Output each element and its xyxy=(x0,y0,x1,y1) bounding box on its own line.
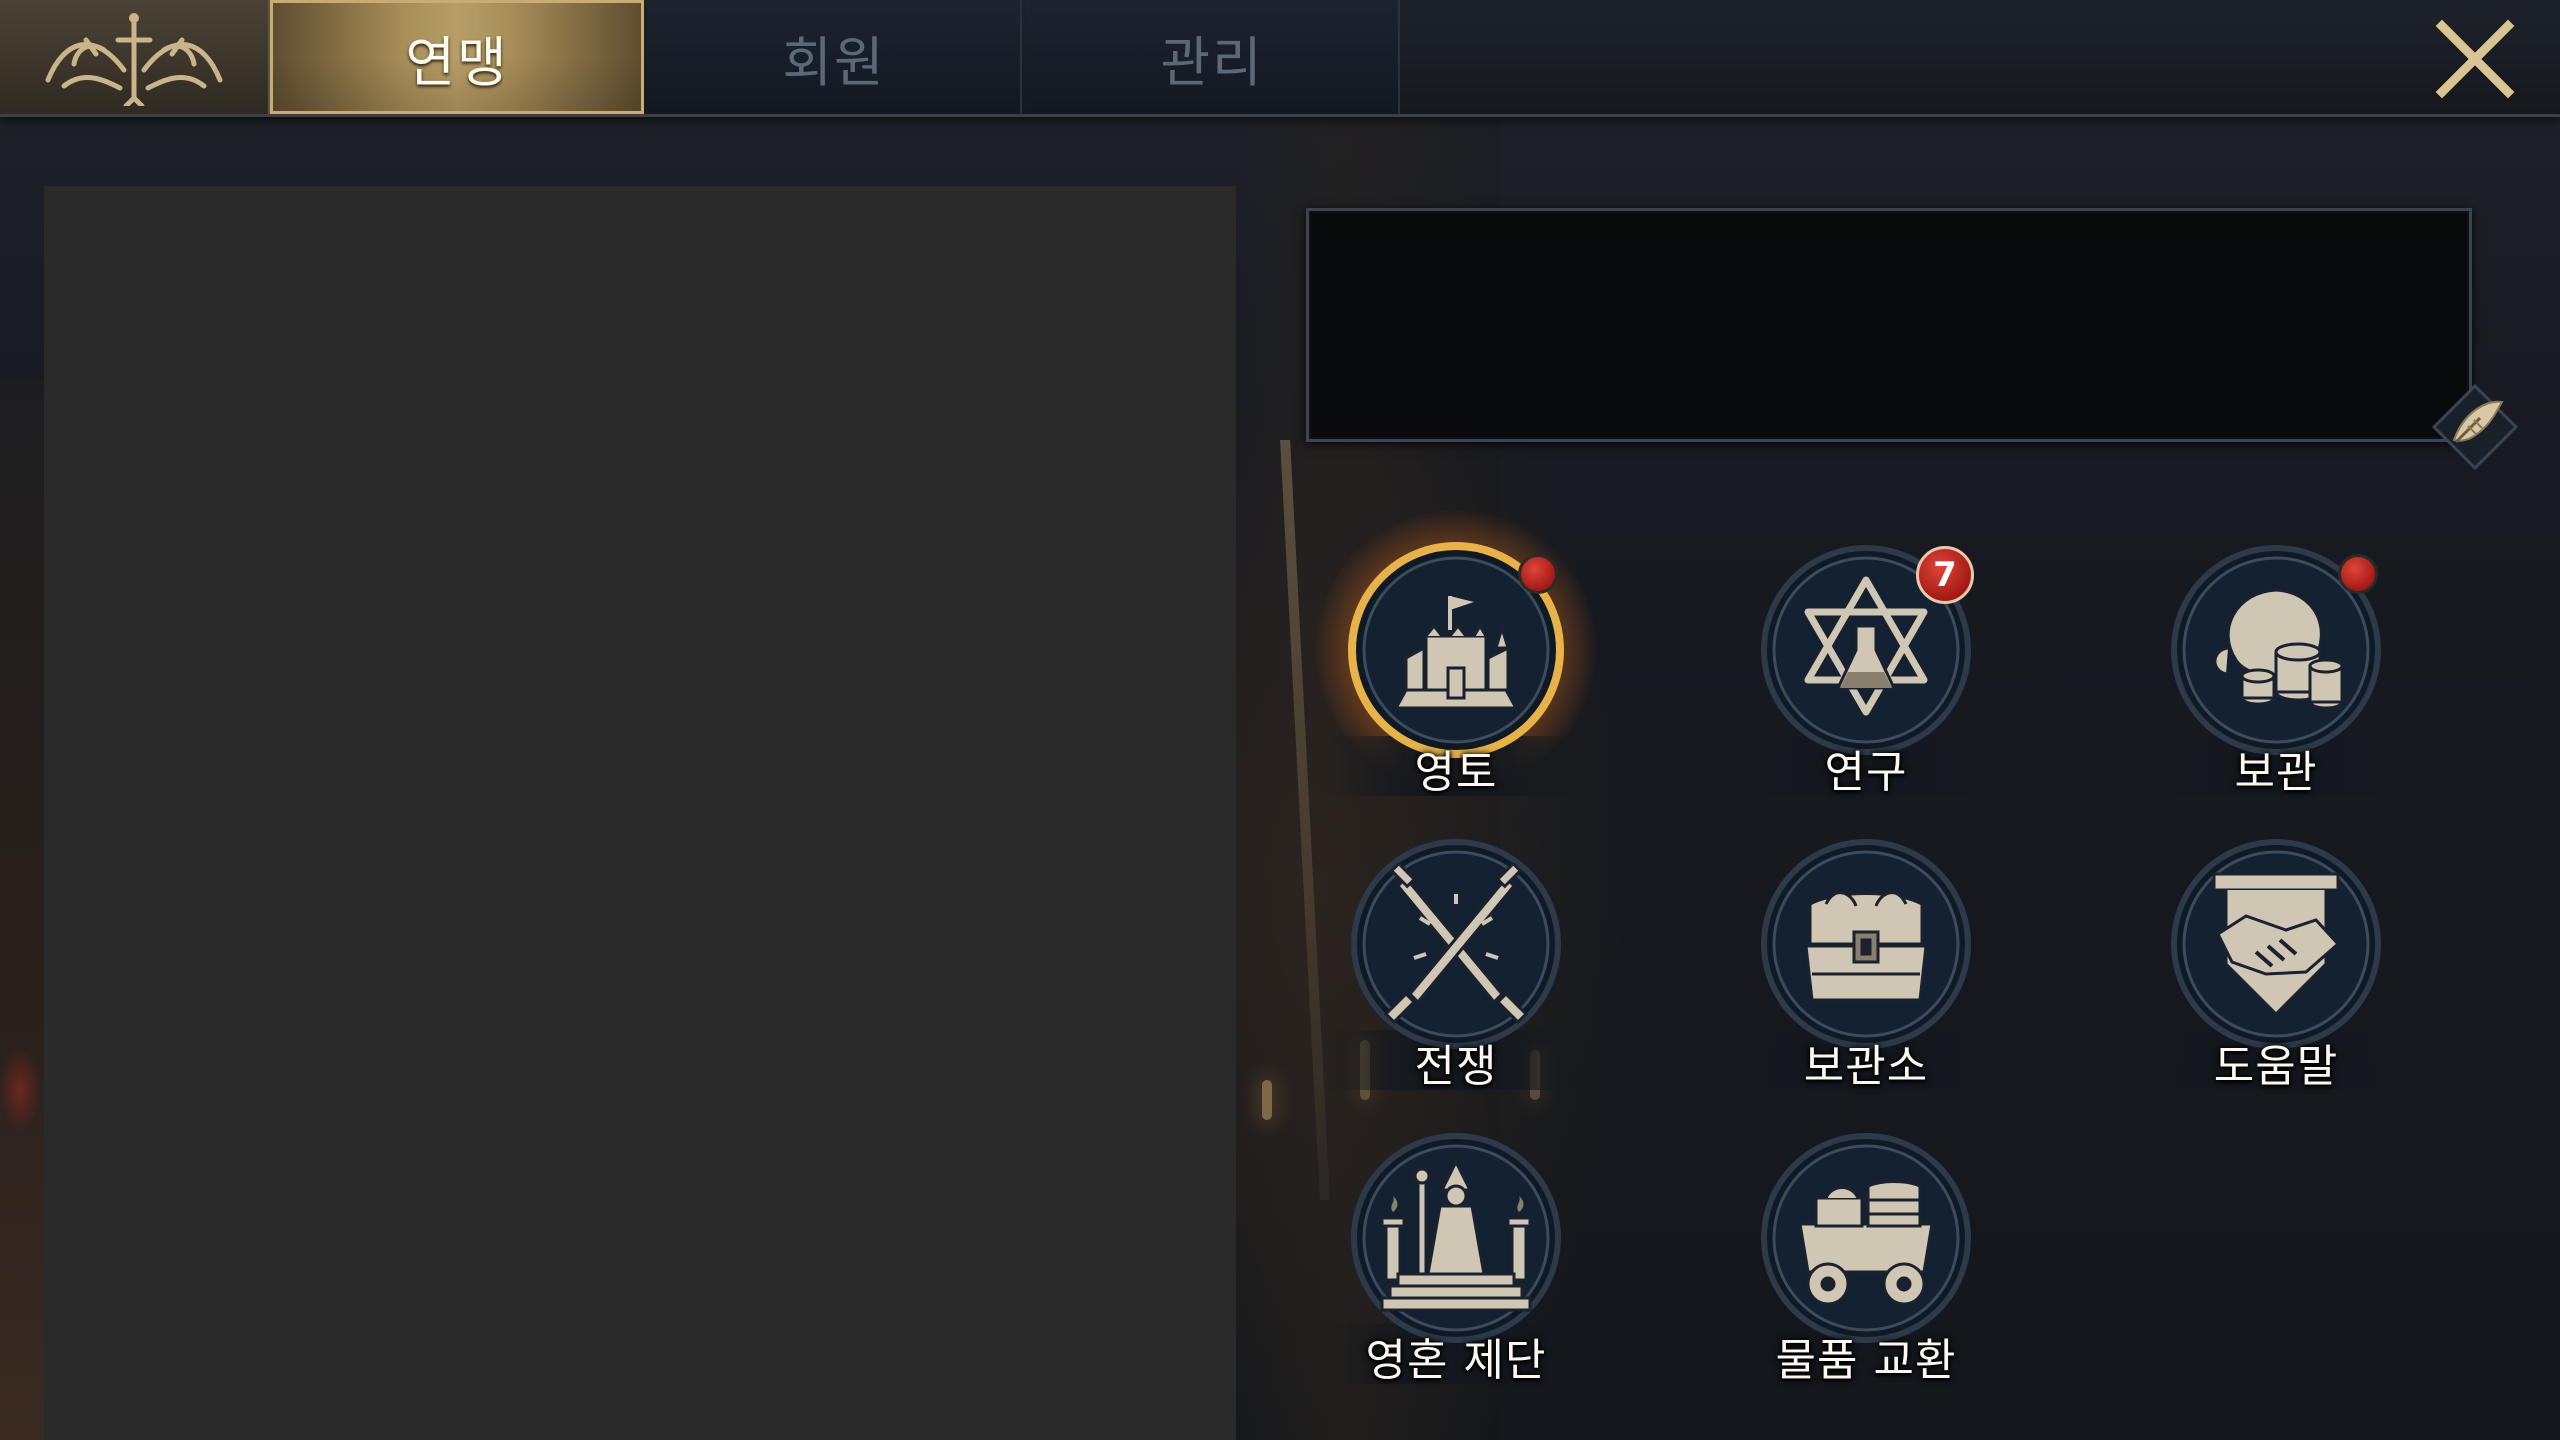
cargo-cart-icon xyxy=(1761,1133,1971,1343)
alliance-notice-box xyxy=(1306,208,2472,442)
top-bar: 연맹 회원 관리 xyxy=(0,0,2560,117)
menu-storage[interactable]: 보관 xyxy=(2126,540,2426,820)
treasure-chest-icon xyxy=(1761,839,1971,1049)
notification-dot xyxy=(1518,554,1558,594)
close-button[interactable] xyxy=(2430,14,2520,104)
menu-warehouse[interactable]: 보관소 xyxy=(1716,834,2016,1114)
handshake-icon xyxy=(2171,839,2381,1049)
tab-management[interactable]: 관리 xyxy=(1026,0,1400,114)
crossed-swords-icon xyxy=(1351,839,1561,1049)
menu-label: 연구 xyxy=(1824,747,1908,798)
tab-alliance[interactable]: 연맹 xyxy=(270,0,644,114)
menu-label: 물품 교환 xyxy=(1775,1335,1957,1386)
menu-war[interactable]: 전쟁 xyxy=(1306,834,1606,1114)
close-icon xyxy=(2435,19,2515,99)
alliance-info-panel xyxy=(44,186,1236,1440)
alliance-emblem xyxy=(0,0,270,114)
menu-label: 영혼 제단 xyxy=(1365,1335,1547,1386)
notification-dot xyxy=(2338,554,2378,594)
menu-label: 영토 xyxy=(1414,747,1498,798)
background-torch xyxy=(1262,1080,1272,1120)
edit-notice-button[interactable] xyxy=(2430,382,2520,472)
quill-icon xyxy=(2431,383,2519,471)
menu-territory[interactable]: 영토 xyxy=(1306,510,1606,820)
alliance-crest-icon xyxy=(45,13,223,106)
menu-research[interactable]: 7 연구 xyxy=(1716,540,2016,820)
menu-help[interactable]: 도움말 xyxy=(2126,834,2426,1114)
menu-label: 도움말 xyxy=(2213,1041,2339,1092)
menu-soul-altar[interactable]: 영혼 제단 xyxy=(1306,1128,1606,1408)
background-left-strip xyxy=(0,380,44,1440)
background-left-glow xyxy=(0,1030,44,1150)
menu-label: 보관 xyxy=(2234,747,2318,798)
research-count-badge: 7 xyxy=(1916,546,1974,604)
tab-members[interactable]: 회원 xyxy=(648,0,1022,114)
menu-label: 보관소 xyxy=(1803,1041,1929,1092)
menu-item-exchange[interactable]: 물품 교환 xyxy=(1716,1128,2016,1408)
wizard-altar-icon xyxy=(1351,1133,1561,1343)
menu-label: 전쟁 xyxy=(1414,1041,1498,1092)
